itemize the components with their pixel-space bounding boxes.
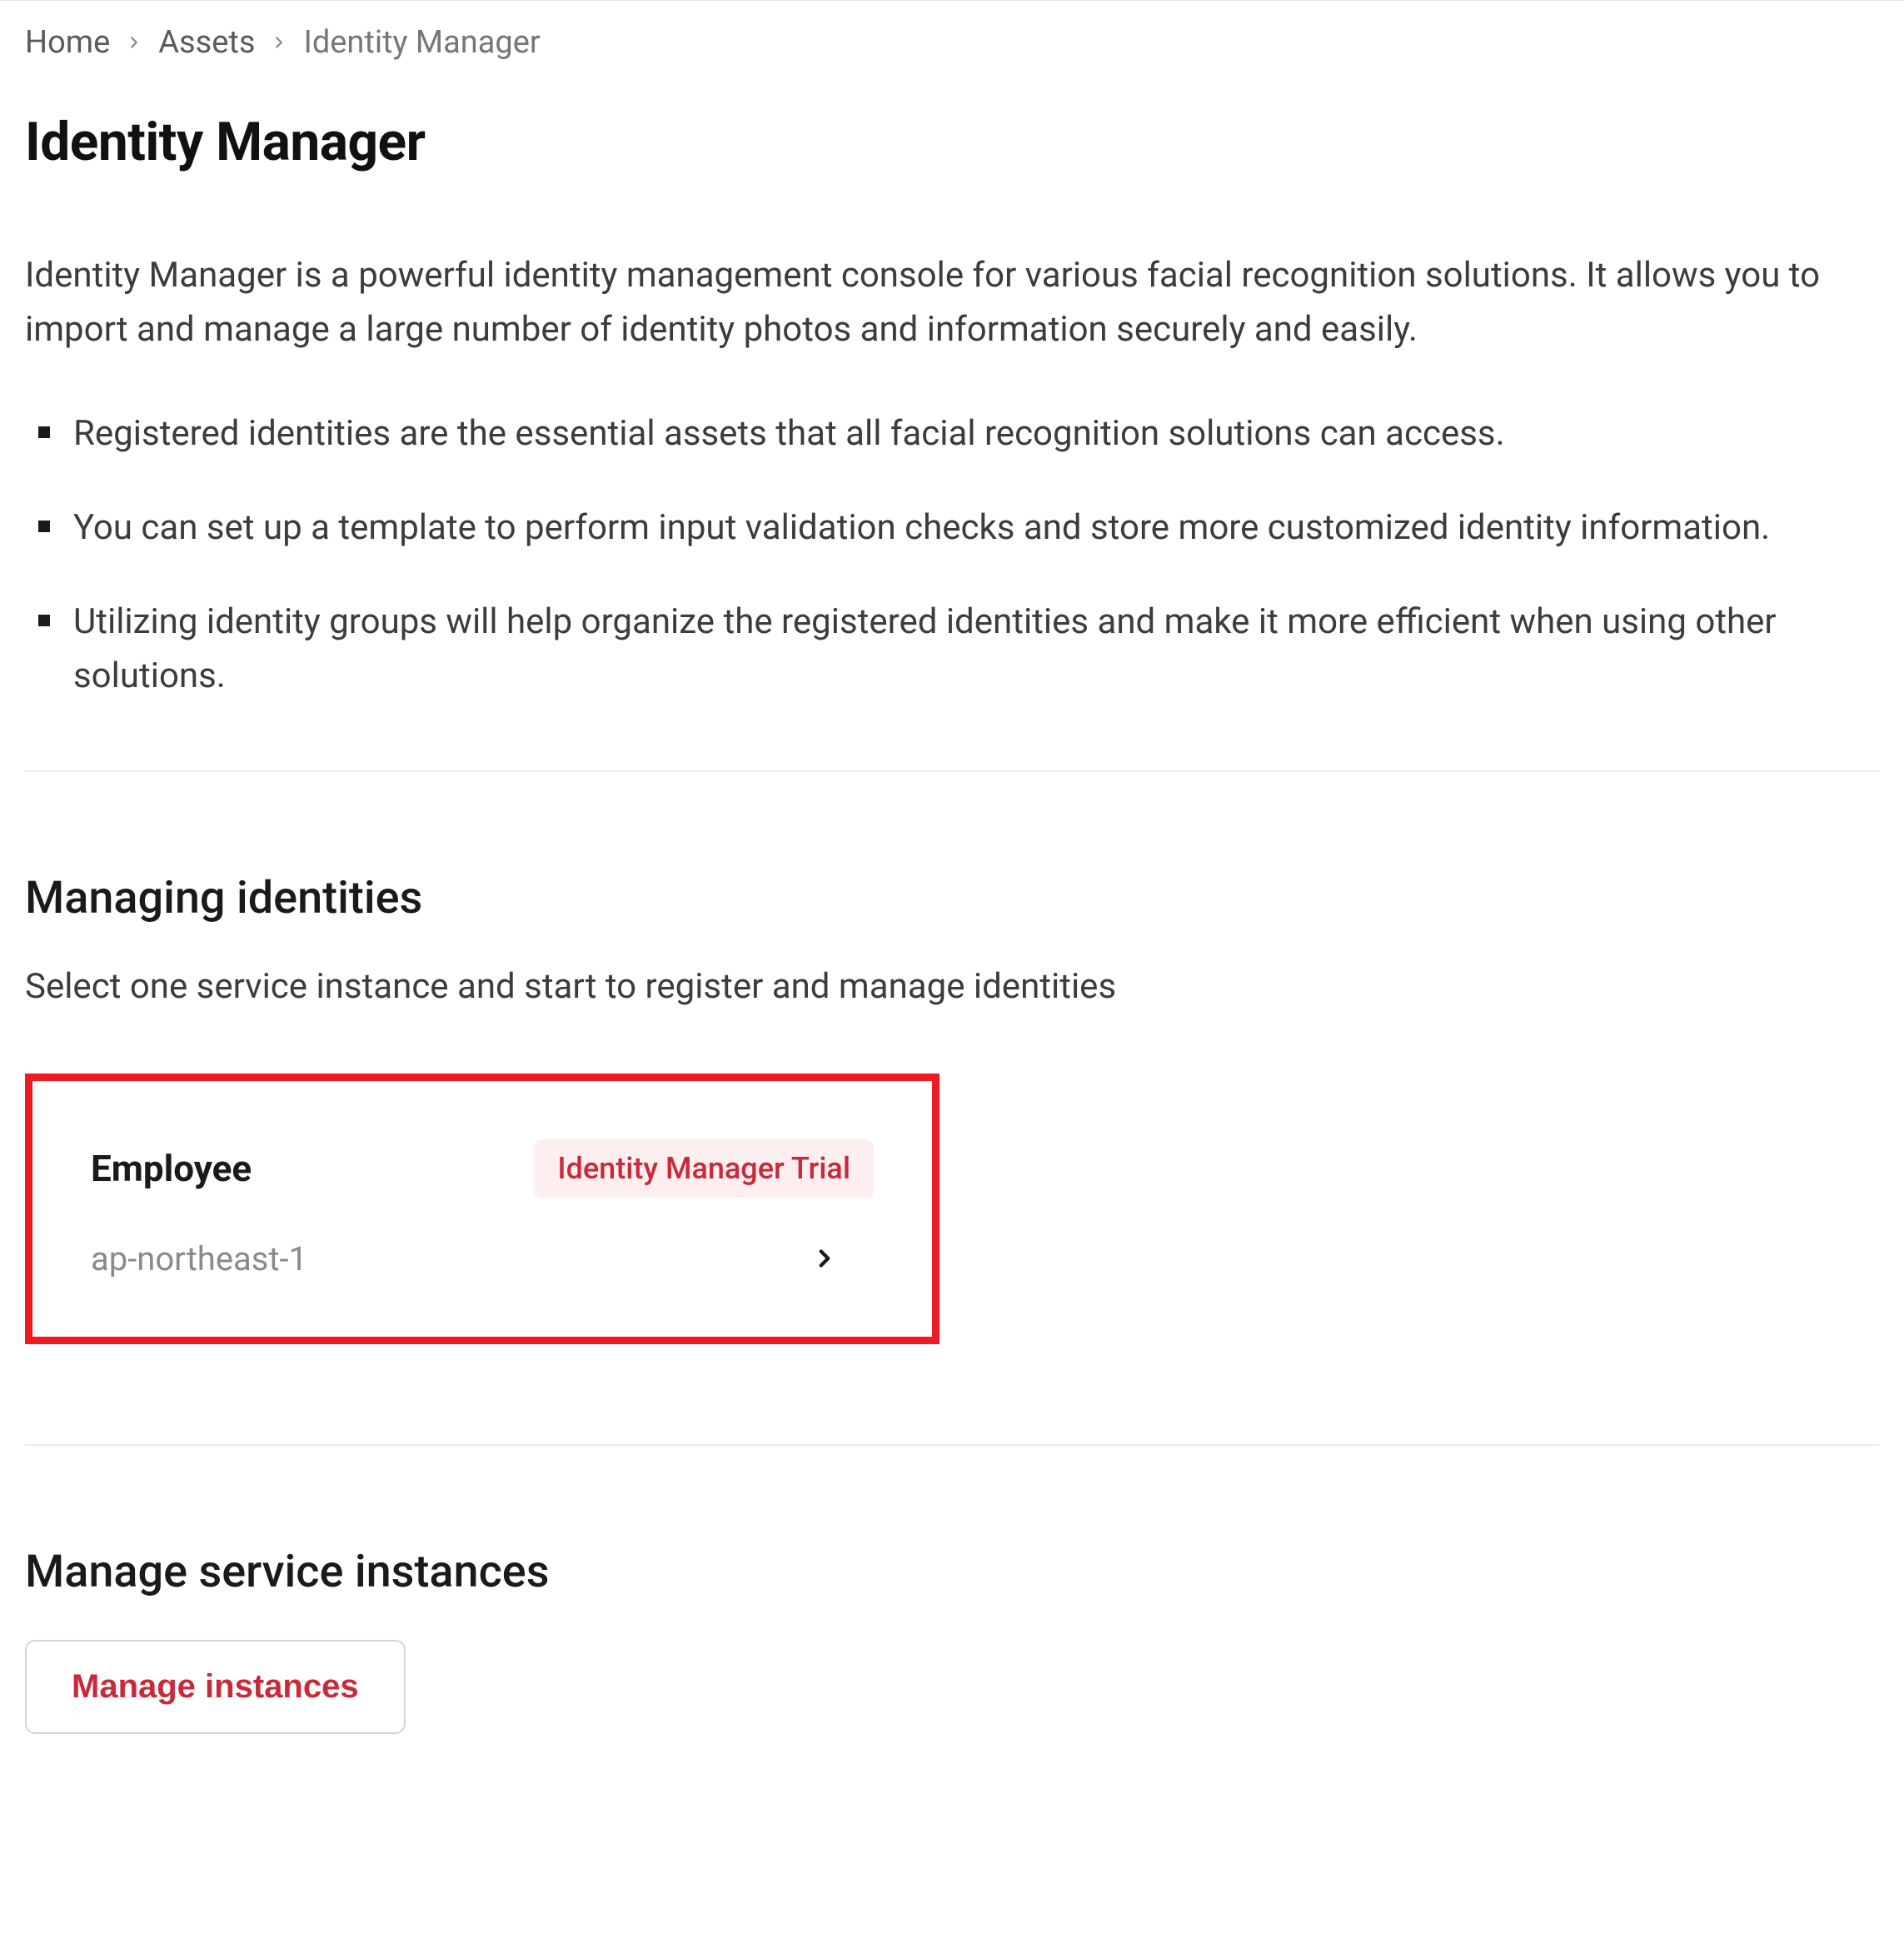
managing-identities-desc: Select one service instance and start to… (25, 966, 1879, 1007)
breadcrumb-link-home[interactable]: Home (25, 24, 110, 61)
service-instance-card[interactable]: Employee Identity Manager Trial ap-north… (32, 1081, 932, 1337)
breadcrumb-link-assets[interactable]: Assets (158, 24, 255, 61)
instance-region: ap-northeast-1 (91, 1239, 307, 1278)
feature-item: You can set up a template to perform inp… (33, 501, 1879, 555)
feature-list: Registered identities are the essential … (25, 406, 1879, 703)
feature-item: Registered identities are the essential … (33, 406, 1879, 461)
divider (25, 770, 1879, 772)
chevron-right-icon (125, 33, 143, 52)
intro-text: Identity Manager is a powerful identity … (25, 248, 1841, 356)
feature-item: Utilizing identity groups will help orga… (33, 595, 1879, 703)
divider (25, 1444, 1879, 1446)
chevron-right-icon (270, 33, 288, 52)
trial-badge: Identity Manager Trial (534, 1139, 874, 1198)
managing-identities-title: Managing identities (25, 872, 1879, 924)
page-title: Identity Manager (25, 111, 1879, 173)
manage-service-instances-title: Manage service instances (25, 1546, 1879, 1598)
breadcrumb-current: Identity Manager (303, 24, 540, 61)
manage-instances-button[interactable]: Manage instances (25, 1640, 406, 1734)
instance-name: Employee (91, 1147, 252, 1190)
breadcrumb: Home Assets Identity Manager (25, 24, 1879, 61)
chevron-right-icon (810, 1244, 874, 1273)
highlighted-instance-wrapper: Employee Identity Manager Trial ap-north… (25, 1074, 940, 1344)
